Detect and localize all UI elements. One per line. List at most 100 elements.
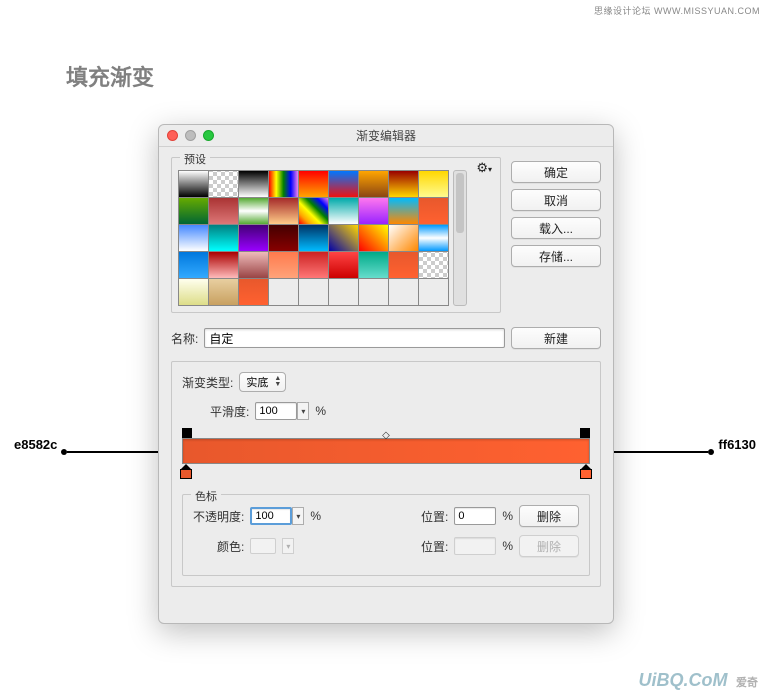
position-unit-2: % (502, 539, 513, 553)
stepper-arrow-icon[interactable]: ▾ (297, 402, 309, 420)
chevron-updown-icon: ▲▼ (274, 376, 281, 388)
preset-swatch[interactable] (239, 171, 268, 197)
gradient-type-label: 渐变类型: (182, 374, 233, 391)
midpoint-icon[interactable]: ◇ (382, 430, 390, 441)
color-stop-right[interactable] (580, 464, 592, 478)
delete-opacity-stop-button[interactable]: 删除 (519, 505, 579, 527)
stops-legend: 色标 (191, 488, 221, 504)
name-label: 名称: (171, 330, 198, 347)
preset-swatch[interactable] (209, 171, 238, 197)
preset-swatch[interactable] (389, 225, 418, 251)
presets-group: 预设 ⚙▾ (171, 157, 501, 313)
gradient-bar[interactable]: ◇ (182, 438, 590, 486)
preset-swatch[interactable] (419, 198, 448, 224)
preset-swatch[interactable] (419, 171, 448, 197)
new-button[interactable]: 新建 (511, 327, 601, 349)
gradient-preview[interactable] (182, 438, 590, 464)
preset-swatch[interactable] (389, 171, 418, 197)
preset-swatch[interactable] (389, 252, 418, 278)
preset-swatch[interactable] (359, 198, 388, 224)
preset-swatch[interactable] (179, 171, 208, 197)
preset-swatch[interactable] (329, 198, 358, 224)
preset-swatch[interactable] (389, 198, 418, 224)
preset-swatch[interactable] (359, 279, 388, 305)
preset-swatch[interactable] (179, 252, 208, 278)
preset-swatch[interactable] (329, 252, 358, 278)
preset-swatch[interactable] (179, 225, 208, 251)
smoothness-label: 平滑度: (210, 403, 249, 420)
ok-button[interactable]: 确定 (511, 161, 601, 183)
preset-grid (178, 170, 449, 306)
dialog-title: 渐变编辑器 (159, 125, 613, 147)
preset-swatch[interactable] (239, 279, 268, 305)
preset-swatch[interactable] (419, 225, 448, 251)
preset-swatch[interactable] (299, 279, 328, 305)
opacity-unit: % (310, 509, 321, 523)
opacity-input[interactable] (250, 507, 292, 525)
gradient-type-select[interactable]: 实底 ▲▼ (239, 372, 286, 392)
zoom-icon[interactable] (203, 130, 214, 141)
preset-swatch[interactable] (269, 198, 298, 224)
callout-left-text: e8582c (14, 437, 57, 452)
smoothness-input[interactable] (255, 402, 297, 420)
preset-swatch[interactable] (359, 171, 388, 197)
preset-swatch[interactable] (419, 252, 448, 278)
preset-swatch[interactable] (269, 279, 298, 305)
preset-swatch[interactable] (329, 279, 358, 305)
preset-swatch[interactable] (299, 171, 328, 197)
color-label: 颜色: (193, 538, 244, 555)
preset-swatch[interactable] (329, 171, 358, 197)
page-heading: 填充渐变 (66, 60, 154, 92)
preset-swatch[interactable] (209, 279, 238, 305)
preset-swatch[interactable] (359, 252, 388, 278)
gradient-type-value: 实底 (246, 374, 268, 390)
preset-swatch[interactable] (209, 225, 238, 251)
preset-swatch[interactable] (329, 225, 358, 251)
position-input-2 (454, 537, 496, 555)
delete-color-stop-button: 删除 (519, 535, 579, 557)
close-icon[interactable] (167, 130, 178, 141)
preset-swatch[interactable] (239, 198, 268, 224)
gear-icon[interactable]: ⚙▾ (476, 160, 492, 176)
minimize-icon (185, 130, 196, 141)
opacity-stop-left[interactable] (182, 428, 192, 438)
preset-swatch[interactable] (179, 198, 208, 224)
stepper-arrow-icon[interactable]: ▾ (292, 507, 304, 525)
color-stop-left[interactable] (180, 464, 192, 478)
preset-swatch[interactable] (269, 171, 298, 197)
position-label-2: 位置: (421, 538, 448, 555)
preset-swatch[interactable] (239, 252, 268, 278)
preset-swatch[interactable] (239, 225, 268, 251)
preset-swatch[interactable] (389, 279, 418, 305)
preset-swatch[interactable] (179, 279, 208, 305)
preset-scrollbar[interactable] (453, 170, 467, 306)
preset-swatch[interactable] (419, 279, 448, 305)
cancel-button[interactable]: 取消 (511, 189, 601, 211)
load-button[interactable]: 载入... (511, 217, 601, 239)
preset-swatch[interactable] (269, 252, 298, 278)
smoothness-unit: % (315, 404, 326, 418)
preset-swatch[interactable] (299, 198, 328, 224)
stops-group: 色标 不透明度: ▾ % 位置: % 删除 颜色: (182, 494, 590, 576)
preset-swatch[interactable] (269, 225, 298, 251)
position-input-1[interactable] (454, 507, 496, 525)
opacity-label: 不透明度: (193, 508, 244, 525)
save-button[interactable]: 存储... (511, 245, 601, 267)
opacity-stop-right[interactable] (580, 428, 590, 438)
chevron-down-icon: ▾ (282, 538, 294, 554)
bottom-watermark: UiBQ.CoM 爱奇 (639, 670, 759, 691)
preset-swatch[interactable] (209, 252, 238, 278)
preset-swatch[interactable] (359, 225, 388, 251)
preset-swatch[interactable] (299, 225, 328, 251)
watermark-sub: 爱奇 (736, 677, 758, 689)
gradient-editor-dialog: 渐变编辑器 预设 ⚙▾ 确定 取消 载入... 存储... 名称: 新建 (158, 124, 614, 624)
name-input[interactable] (204, 328, 505, 348)
position-unit: % (502, 509, 513, 523)
preset-swatch[interactable] (299, 252, 328, 278)
color-swatch (250, 538, 276, 554)
titlebar[interactable]: 渐变编辑器 (159, 125, 613, 147)
top-watermark: 思缘设计论坛 WWW.MISSYUAN.COM (594, 4, 760, 17)
watermark-main: UiBQ.CoM (639, 670, 728, 690)
preset-swatch[interactable] (209, 198, 238, 224)
position-label: 位置: (421, 508, 448, 525)
